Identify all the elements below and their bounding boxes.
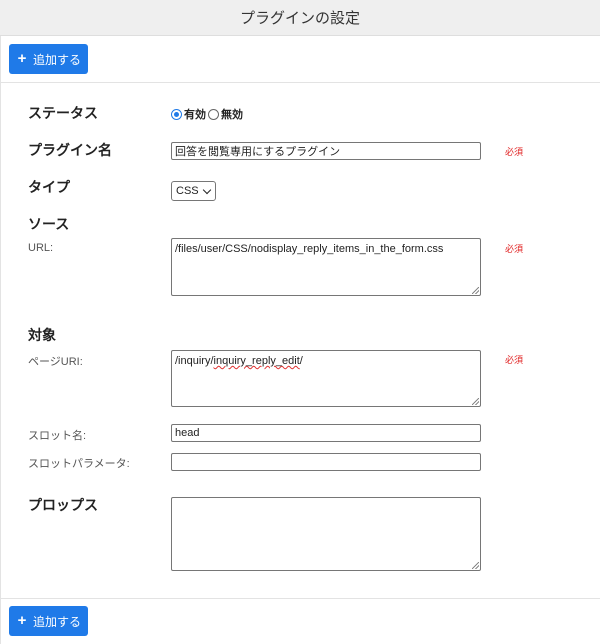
page-uri-label: ページURI: [28,356,83,368]
status-disabled-radio[interactable] [208,108,219,120]
type-select[interactable]: CSS [171,181,216,201]
page-header: プラグインの設定 [0,0,600,36]
status-enabled-radio[interactable] [171,108,182,120]
slot-param-label: スロットパラメータ: [28,458,130,470]
page-uri-misspelled: inquiry_reply_edit [213,355,300,367]
url-required-mark: 必須 [505,244,524,254]
page-uri-prefix: /inquiry/ [175,355,214,367]
slot-param-input[interactable] [171,453,481,471]
chevron-down-icon [202,185,211,194]
resize-grip-icon[interactable] [472,562,479,569]
panel-border [0,36,1,644]
url-value: /files/user/CSS/nodisplay_reply_items_in… [175,243,444,255]
status-disabled-label[interactable]: 無効 [221,106,243,122]
add-button-top[interactable]: + 追加する [9,44,88,74]
props-label: プロップス [28,497,98,513]
plugin-name-label: プラグイン名 [28,142,112,158]
resize-grip-icon[interactable] [472,398,479,405]
slot-name-input[interactable]: head [171,424,481,442]
plugin-name-input[interactable]: 回答を閲覧専用にするプラグイン [171,142,481,160]
page-title: プラグインの設定 [239,10,360,27]
url-textarea[interactable]: /files/user/CSS/nodisplay_reply_items_in… [171,238,481,296]
props-textarea[interactable] [171,497,481,571]
footer-divider [0,598,600,599]
plugin-name-required-mark: 必須 [505,147,524,157]
plus-icon: + [17,612,27,629]
slot-name-label: スロット名: [28,430,87,442]
type-label: タイプ [28,179,70,195]
status-enabled-label[interactable]: 有効 [184,106,206,122]
add-button-bottom[interactable]: + 追加する [9,606,88,636]
page-uri-required-mark: 必須 [505,355,524,365]
toolbar-divider [0,82,600,83]
type-select-value: CSS [176,185,199,197]
status-label: ステータス [28,105,98,121]
page-uri-suffix: / [299,355,303,367]
add-button-label: 追加する [32,52,81,67]
page-uri-textarea[interactable]: /inquiry/inquiry_reply_edit/ [171,350,481,407]
target-label: 対象 [28,327,56,343]
url-label: URL: [28,242,54,254]
add-button-label: 追加する [32,614,81,629]
resize-grip-icon[interactable] [472,287,479,294]
plus-icon: + [17,50,27,67]
status-radio-group: 有効 無効 [171,106,245,122]
source-label: ソース [28,216,70,232]
